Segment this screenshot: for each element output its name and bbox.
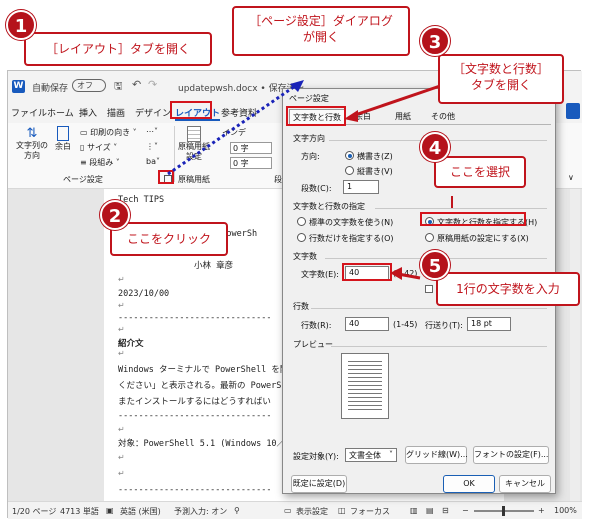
callout-chars-tab-line1: ［文字数と行数］: [452, 62, 549, 76]
callout-open-layout-tab: ［レイアウト］タブを開く: [24, 32, 212, 66]
step-5-badge: 5: [420, 250, 450, 280]
callout-page-setup-opens: ［ページ設定］ダイアログ が開く: [232, 6, 410, 56]
step-4-number: 4: [428, 138, 442, 159]
arrow-to-tab: [344, 84, 441, 122]
callout-open-layout-tab-text: ［レイアウト］タブを開く: [45, 42, 190, 56]
dotted-arrow: [167, 80, 304, 176]
step-1-number: 1: [14, 16, 28, 37]
callout-click-here-text: ここをクリック: [126, 232, 211, 246]
callout-chars-tab-line2: タブを開く: [470, 78, 531, 93]
callout-open-chars-tab: ［文字数と行数］ タブを開く: [438, 54, 564, 104]
callout-page-setup-line1: ［ページ設定］ダイアログ: [249, 14, 393, 28]
callout-click-here: ここをクリック: [110, 222, 228, 256]
step-3-badge: 3: [420, 26, 450, 56]
callout-enter-chars-text: 1行の文字数を入力: [456, 282, 560, 296]
step-2-number: 2: [108, 206, 122, 227]
step-2-badge: 2: [100, 200, 130, 230]
step-3-number: 3: [428, 32, 442, 53]
step-4-badge: 4: [420, 132, 450, 162]
callout-enter-chars: 1行の文字数を入力: [436, 272, 580, 306]
callout-page-setup-line2: が開く: [302, 30, 339, 45]
step-1-badge: 1: [6, 10, 36, 40]
callout-select-here-text: ここを選択: [449, 165, 510, 179]
arrow-to-input: [390, 267, 421, 280]
callout-select-here: ここを選択: [434, 156, 526, 188]
step-5-number: 5: [428, 256, 442, 277]
